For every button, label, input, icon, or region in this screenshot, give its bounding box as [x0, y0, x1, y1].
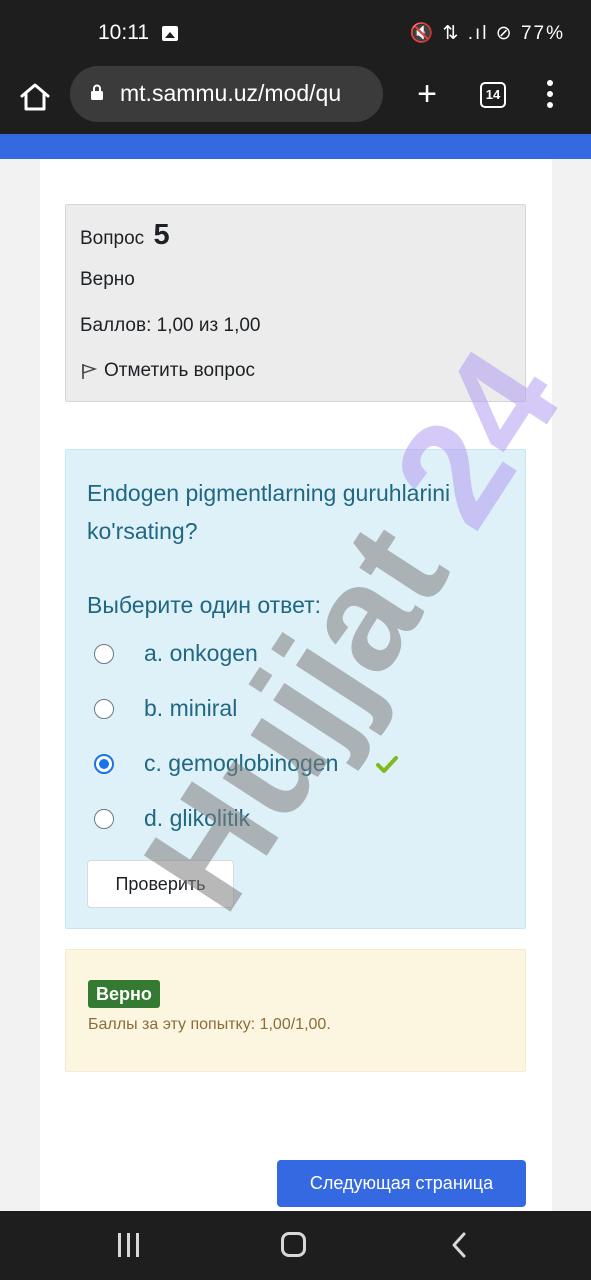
status-indicators: 🔇 ⇅ .ıl ⊘ 77% [409, 23, 565, 44]
radio-button-selected[interactable] [94, 754, 114, 774]
radio-button[interactable] [94, 644, 114, 664]
status-time: 10:11 [98, 21, 149, 44]
question-number: 5 [153, 219, 170, 251]
address-bar[interactable]: mt.sammu.uz/mod/qu [70, 66, 383, 122]
new-tab-button[interactable]: + [412, 77, 442, 111]
question-info-box: Вопрос 5 Верно Баллов: 1,00 из 1,00 Отме… [65, 204, 526, 402]
flag-question-label: Отметить вопрос [104, 360, 256, 381]
feedback-box: Верно Баллы за эту попытку: 1,00/1,00. [65, 949, 526, 1072]
browser-toolbar: mt.sammu.uz/mod/qu + 14 [0, 66, 591, 134]
correct-check-icon [376, 756, 398, 773]
answer-label: a. onkogen [144, 640, 258, 666]
feedback-text: Баллы за эту попытку: 1,00/1,00. [88, 1016, 331, 1033]
image-notification-icon [162, 26, 178, 41]
more-menu-icon[interactable] [546, 80, 554, 110]
status-bar: 10:11 🔇 ⇅ .ıl ⊘ 77% [0, 0, 591, 66]
radio-button[interactable] [94, 699, 114, 719]
correct-badge: Верно [88, 980, 160, 1008]
next-page-button[interactable]: Следующая страница [277, 1160, 526, 1207]
answer-label: d. glikolitik [144, 805, 251, 831]
radio-button[interactable] [94, 809, 114, 829]
question-text: Endogen pigmentlarning guruhlarini ko'rs… [87, 480, 451, 544]
lock-icon [91, 84, 103, 100]
flag-icon [82, 364, 98, 379]
question-grade: Баллов: 1,00 из 1,00 [80, 315, 261, 336]
recent-apps-icon[interactable] [116, 1233, 142, 1257]
home-icon[interactable] [18, 80, 52, 114]
answer-label: c. gemoglobinogen [144, 750, 339, 776]
home-nav-icon[interactable] [281, 1232, 306, 1257]
question-number-row: Вопрос 5 [80, 219, 170, 252]
page-header-bar [0, 134, 591, 159]
question-state: Верно [80, 269, 135, 290]
flag-question-link[interactable]: Отметить вопрос [80, 360, 255, 382]
question-formulation: Endogen pigmentlarning guruhlarini ko'rs… [65, 449, 526, 929]
url-text: mt.sammu.uz/mod/qu [120, 80, 342, 106]
question-label: Вопрос [80, 228, 145, 249]
answer-label: b. miniral [144, 695, 238, 721]
answer-prompt: Выберите один ответ: [87, 592, 322, 618]
back-icon[interactable] [447, 1231, 471, 1259]
check-button[interactable]: Проверить [87, 860, 234, 908]
system-nav-bar [0, 1211, 591, 1280]
tab-switcher-button[interactable]: 14 [480, 82, 506, 108]
